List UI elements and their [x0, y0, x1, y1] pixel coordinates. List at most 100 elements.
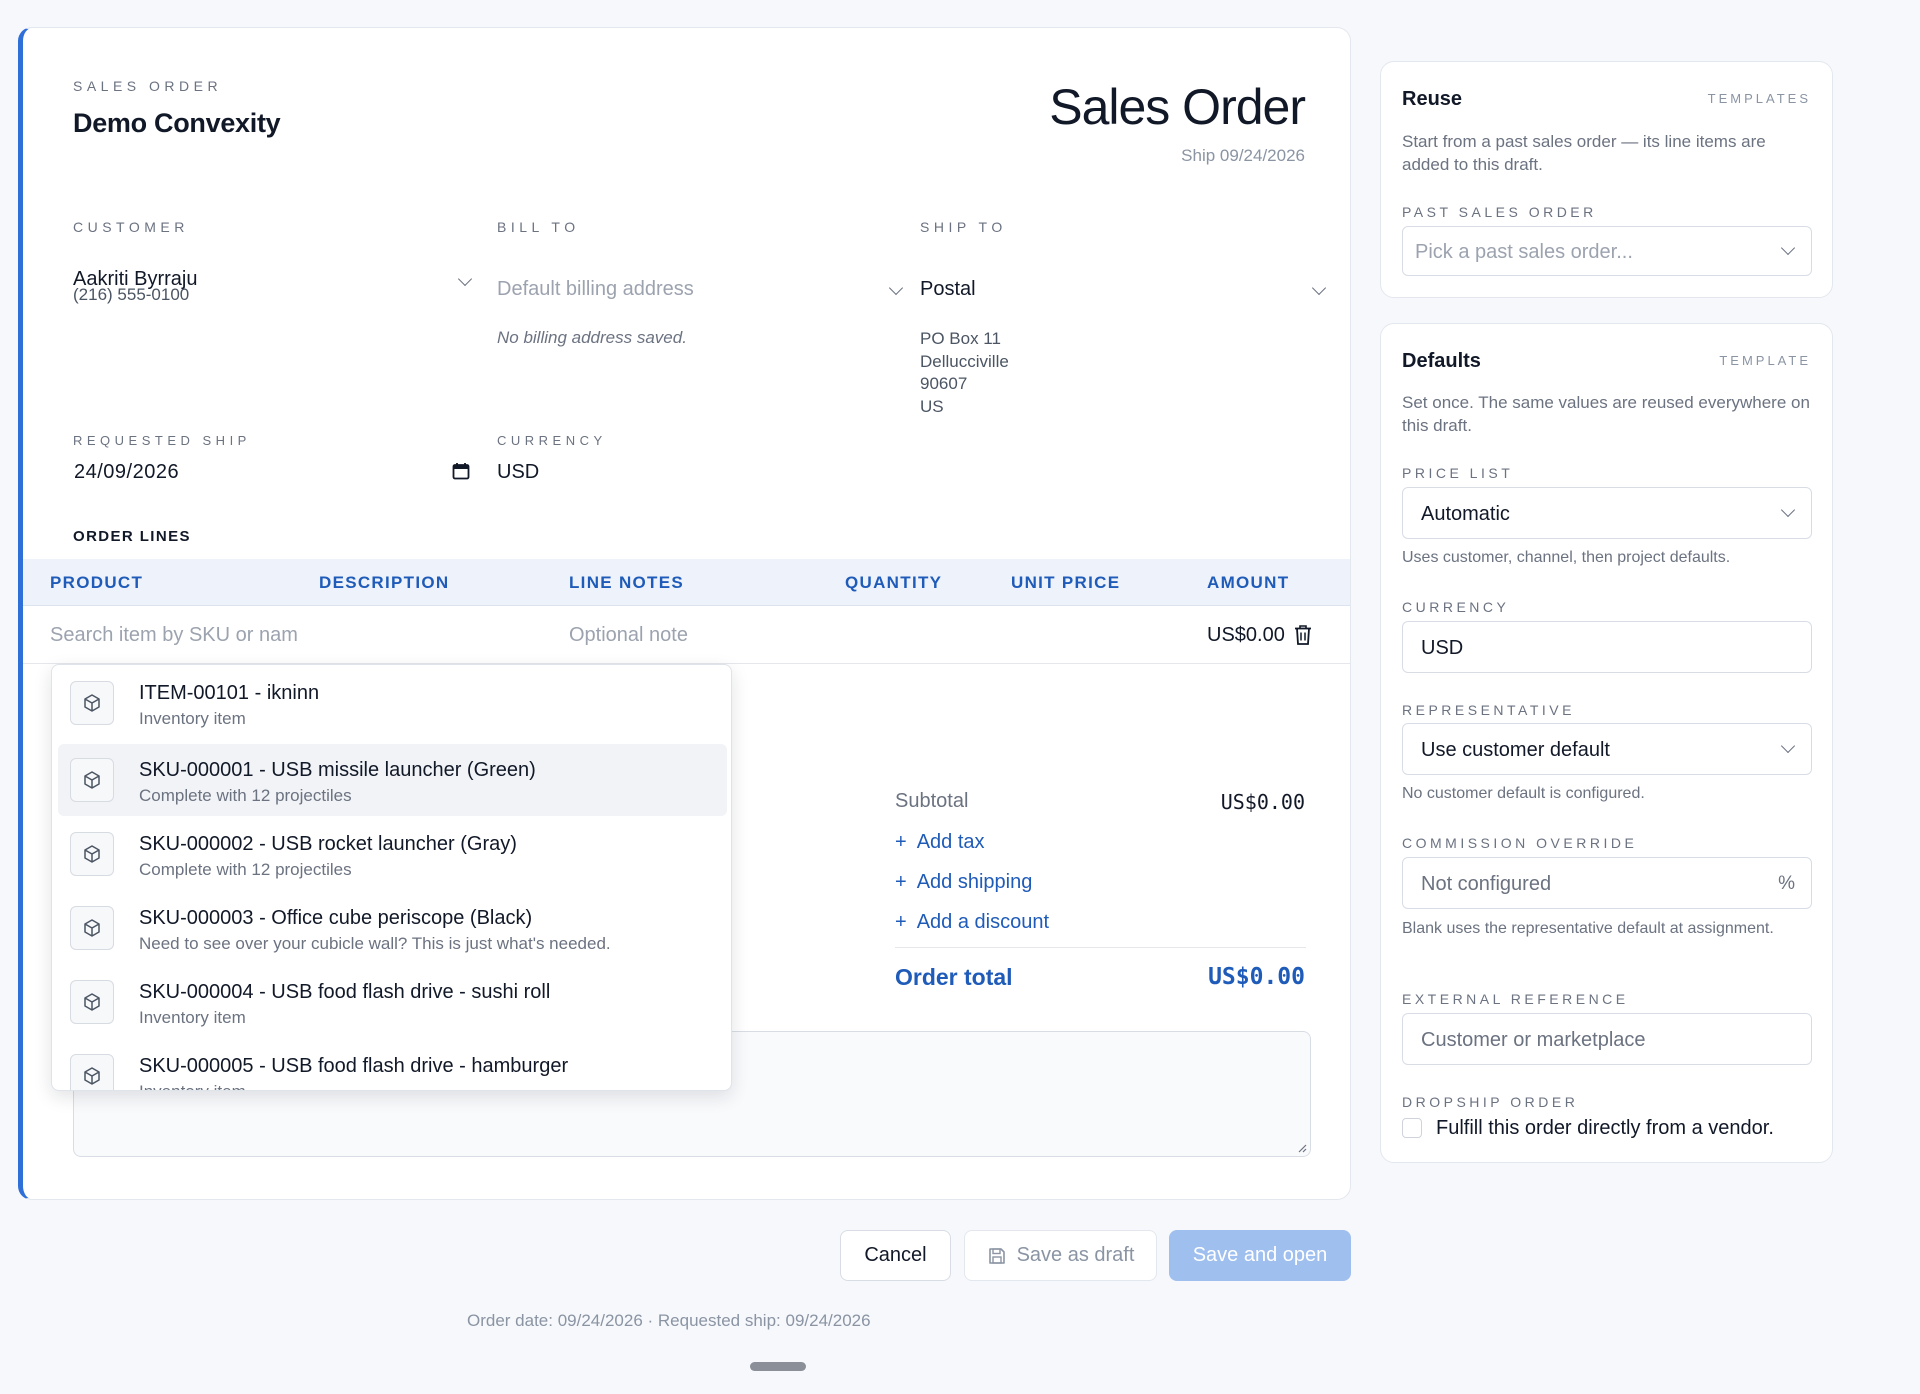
dropship-checkbox-row[interactable]: Fulfill this order directly from a vendo… — [1402, 1115, 1774, 1141]
footer-date-note: Order date: 09/24/2026 · Requested ship:… — [467, 1311, 871, 1330]
item-option-subtitle: Complete with 12 projectiles — [139, 786, 352, 805]
ship-date-summary: Ship 09/24/2026 — [1181, 146, 1305, 165]
save-icon — [988, 1247, 1005, 1264]
order-lines-title: ORDER LINES — [73, 528, 191, 545]
plus-icon: + — [895, 870, 907, 893]
address-line: PO Box 11 — [920, 329, 1001, 348]
ship-to-value: Postal — [920, 278, 976, 300]
bill-to-placeholder: Default billing address — [497, 278, 694, 300]
company-name: Demo Convexity — [73, 108, 281, 138]
save-and-open-label: Save and open — [1192, 1244, 1328, 1266]
col-quantity: QUANTITY — [845, 573, 943, 592]
save-draft-label: Save as draft — [1016, 1244, 1135, 1266]
item-option-title: SKU-000004 - USB food flash drive - sush… — [139, 981, 551, 1003]
ship-to-address: PO Box 11 Dellucciville 90607 US — [920, 328, 1009, 418]
commission-input[interactable]: Not configured % — [1402, 857, 1812, 909]
package-icon — [70, 758, 114, 802]
totals-divider — [895, 947, 1306, 948]
defaults-panel: Defaults TEMPLATE Set once. The same val… — [1380, 323, 1833, 1163]
price-list-select[interactable]: Automatic — [1402, 487, 1812, 539]
defaults-currency-value: USD — [1421, 637, 1464, 659]
defaults-tag: TEMPLATE — [1719, 353, 1811, 368]
dropship-checkbox[interactable] — [1402, 1118, 1422, 1138]
subtotal-label: Subtotal — [895, 790, 969, 812]
representative-select[interactable]: Use customer default — [1402, 723, 1812, 775]
reuse-title: Reuse — [1402, 88, 1463, 110]
customer-label: CUSTOMER — [73, 219, 189, 235]
requested-ship-value: 24/09/2026 — [74, 461, 180, 483]
commission-label: COMMISSION OVERRIDE — [1402, 835, 1638, 851]
past-order-select[interactable]: Pick a past sales order... — [1402, 226, 1812, 276]
defaults-currency-input[interactable]: USD — [1402, 621, 1812, 673]
item-option[interactable]: ITEM-00101 - ikninn Inventory item — [58, 667, 727, 739]
address-line: Dellucciville — [920, 351, 1009, 371]
item-option-subtitle: Inventory item — [139, 1082, 246, 1090]
item-option[interactable]: SKU-000002 - USB rocket launcher (Gray) … — [58, 818, 727, 890]
package-icon — [70, 832, 114, 876]
representative-label: REPRESENTATIVE — [1402, 702, 1575, 718]
bill-to-select[interactable]: Default billing address — [497, 278, 907, 308]
price-list-label: PRICE LIST — [1402, 465, 1514, 481]
item-option[interactable]: SKU-000005 - USB food flash drive - hamb… — [58, 1040, 727, 1090]
defaults-title: Defaults — [1402, 350, 1481, 372]
currency-value: USD — [497, 461, 540, 483]
drag-handle[interactable] — [750, 1362, 806, 1371]
trash-icon[interactable] — [1293, 624, 1313, 646]
package-icon — [70, 980, 114, 1024]
add-discount-label: Add a discount — [916, 910, 1050, 933]
item-option[interactable]: SKU-000001 - USB missile launcher (Green… — [58, 744, 727, 816]
save-and-open-button[interactable]: Save and open — [1169, 1230, 1351, 1281]
form-eyebrow: SALES ORDER — [73, 78, 223, 94]
item-option-title: ITEM-00101 - ikninn — [139, 682, 320, 704]
plus-icon: + — [895, 830, 907, 853]
add-tax-button[interactable]: + Add tax — [895, 829, 985, 855]
page-title: Sales Order — [1049, 79, 1306, 135]
cancel-button[interactable]: Cancel — [840, 1230, 951, 1281]
add-discount-button[interactable]: + Add a discount — [895, 909, 1049, 935]
chevron-down-icon — [457, 271, 473, 287]
price-list-value: Automatic — [1421, 503, 1510, 525]
item-option-subtitle: Inventory item — [139, 1008, 246, 1027]
external-ref-placeholder: Customer or marketplace — [1421, 1029, 1646, 1051]
add-shipping-button[interactable]: + Add shipping — [895, 869, 1032, 895]
external-ref-input[interactable]: Customer or marketplace — [1402, 1013, 1812, 1065]
product-search-placeholder: Search item by SKU or nam — [50, 624, 298, 646]
ship-to-label: SHIP TO — [920, 219, 1007, 235]
subtotal-value: US$0.00 — [1220, 790, 1305, 814]
percent-suffix: % — [1778, 873, 1795, 894]
item-option-title: SKU-000001 - USB missile launcher (Green… — [139, 759, 536, 781]
resize-handle-icon[interactable] — [1297, 1143, 1307, 1153]
col-unit-price: UNIT PRICE — [1011, 573, 1121, 592]
requested-ship-input[interactable]: 24/09/2026 — [68, 458, 480, 492]
defaults-description: Set once. The same values are reused eve… — [1402, 393, 1810, 435]
commission-hint: Blank uses the representative default at… — [1402, 920, 1774, 937]
customer-phone: (216) 555-0100 — [73, 285, 190, 304]
save-draft-button[interactable]: Save as draft — [964, 1230, 1157, 1281]
past-order-placeholder: Pick a past sales order... — [1415, 241, 1633, 263]
currency-label: CURRENCY — [497, 433, 607, 448]
add-tax-label: Add tax — [916, 830, 985, 853]
col-line-notes: LINE NOTES — [569, 573, 685, 592]
past-order-label: PAST SALES ORDER — [1402, 204, 1597, 220]
line-note-input[interactable]: Optional note — [569, 624, 819, 654]
item-option-subtitle: Inventory item — [139, 709, 246, 728]
external-ref-label: EXTERNAL REFERENCE — [1402, 991, 1629, 1007]
package-icon — [70, 1054, 114, 1090]
reuse-tag: TEMPLATES — [1707, 91, 1811, 106]
product-search-input[interactable]: Search item by SKU or nam — [50, 624, 300, 654]
commission-placeholder: Not configured — [1421, 873, 1552, 895]
requested-ship-label: REQUESTED SHIP — [73, 433, 251, 448]
calendar-icon[interactable] — [452, 462, 470, 480]
chevron-down-icon — [888, 280, 904, 296]
dropship-text: Fulfill this order directly from a vendo… — [1436, 1116, 1774, 1139]
line-note-placeholder: Optional note — [569, 624, 688, 646]
ship-to-select[interactable]: Postal — [920, 278, 1330, 308]
col-description: DESCRIPTION — [319, 573, 450, 592]
representative-value: Use customer default — [1421, 739, 1610, 761]
item-option[interactable]: SKU-000003 - Office cube periscope (Blac… — [58, 892, 727, 964]
item-option[interactable]: SKU-000004 - USB food flash drive - sush… — [58, 966, 727, 1038]
dropship-label: DROPSHIP ORDER — [1402, 1094, 1579, 1110]
item-option-subtitle: Need to see over your cubicle wall? This… — [139, 934, 611, 953]
price-list-hint: Uses customer, channel, then project def… — [1402, 549, 1731, 566]
chevron-down-icon — [1780, 738, 1796, 754]
